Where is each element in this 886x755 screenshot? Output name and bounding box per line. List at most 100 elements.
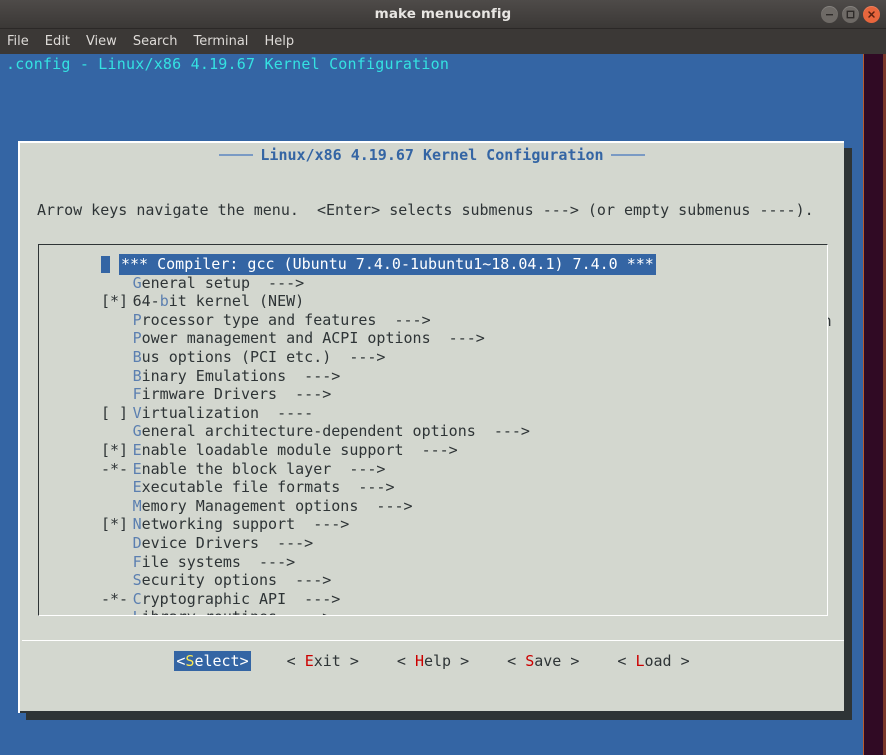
- button-bracket-left: <: [507, 652, 526, 670]
- menu-item-submenu-arrow: --->: [403, 440, 458, 459]
- menu-item-hotkey: b: [159, 292, 169, 311]
- menu-item-hotkey: F: [132, 552, 142, 571]
- button-label: xit >: [313, 652, 359, 670]
- menu-list-item[interactable]: [*] Networking support --->: [39, 515, 827, 534]
- dialog-title-bar: Linux/x86 4.19.67 Kernel Configuration: [20, 146, 844, 164]
- button-hotkey: S: [525, 652, 535, 670]
- menu-item-hotkey: P: [132, 310, 142, 329]
- menu-list-item[interactable]: [*] 64-bit kernel (NEW): [39, 292, 827, 311]
- menu-item-file[interactable]: File: [7, 34, 29, 49]
- menu-item-label: emory Management options: [141, 496, 359, 515]
- save-button[interactable]: < Save >: [505, 651, 581, 671]
- menu-item-hotkey: S: [132, 571, 142, 590]
- menu-list-item[interactable]: Binary Emulations --->: [39, 367, 827, 386]
- menu-item-label: ryptographic API: [141, 589, 287, 608]
- title-bar: make menuconfig: [0, 0, 886, 29]
- menu-item-help[interactable]: Help: [264, 34, 294, 49]
- help-button[interactable]: < Help >: [395, 651, 471, 671]
- menu-item-label: *** Compiler: gcc (Ubuntu 7.4.0-1ubuntu1…: [119, 254, 656, 275]
- close-icon[interactable]: [863, 5, 880, 23]
- menu-item-hotkey: D: [132, 533, 142, 552]
- menu-list-item[interactable]: *** Compiler: gcc (Ubuntu 7.4.0-1ubuntu1…: [39, 254, 827, 275]
- button-hotkey: E: [304, 652, 314, 670]
- menu-item-label: xecutable file formats: [141, 478, 341, 497]
- menu-list-item[interactable]: [ ] Virtualization ----: [39, 404, 827, 423]
- menu-item-submenu-arrow: --->: [250, 273, 305, 292]
- menuconfig-dialog: Linux/x86 4.19.67 Kernel Configuration A…: [18, 141, 846, 713]
- menu-item-hotkey: M: [132, 496, 142, 515]
- button-label: elp >: [423, 652, 470, 670]
- maximize-icon[interactable]: [842, 5, 859, 23]
- menu-list-item[interactable]: Power management and ACPI options --->: [39, 329, 827, 348]
- load-button[interactable]: < Load >: [615, 651, 691, 671]
- menu-item-label: eneral setup: [141, 273, 250, 292]
- button-bracket-left: <: [617, 652, 636, 670]
- window-controls: [821, 0, 880, 28]
- menu-list-item[interactable]: Device Drivers --->: [39, 534, 827, 553]
- menu-list-item[interactable]: Bus options (PCI etc.) --->: [39, 348, 827, 367]
- menu-item-submenu-arrow: --->: [331, 347, 386, 366]
- menu-item-state: [*]: [101, 515, 129, 534]
- menu-item-label: nable loadable module support: [141, 440, 404, 459]
- menu-item-edit[interactable]: Edit: [45, 34, 70, 49]
- menu-list-item[interactable]: Processor type and features --->: [39, 311, 827, 330]
- menu-list-item[interactable]: Firmware Drivers --->: [39, 385, 827, 404]
- menu-list-box[interactable]: *** Compiler: gcc (Ubuntu 7.4.0-1ubuntu1…: [38, 244, 828, 616]
- menu-item-label: inary Emulations: [141, 366, 287, 385]
- dialog-title: Linux/x86 4.19.67 Kernel Configuration: [260, 146, 604, 164]
- menu-list-item[interactable]: Library routines --->: [39, 608, 827, 615]
- menu-item-label: evice Drivers: [141, 533, 260, 552]
- menu-item-hotkey: G: [132, 273, 142, 292]
- menu-item-state: -*-: [101, 459, 129, 478]
- button-label: oad >: [644, 652, 690, 670]
- menu-item-label: irtualization: [141, 403, 260, 422]
- menu-item-hotkey: L: [133, 608, 142, 615]
- menu-item-submenu-arrow: ----: [259, 403, 314, 422]
- menu-item-state: -*-: [101, 589, 129, 608]
- menu-list-item[interactable]: File systems --->: [39, 553, 827, 572]
- menu-item-hotkey: E: [132, 440, 142, 459]
- menu-list-item[interactable]: -*- Enable the block layer --->: [39, 460, 827, 479]
- menu-item-hotkey: E: [132, 459, 142, 478]
- menu-item-submenu-arrow: --->: [358, 496, 413, 515]
- menu-item-hotkey: C: [132, 589, 142, 608]
- title-rule-left: [219, 154, 254, 156]
- menu-list-item[interactable]: Security options --->: [39, 571, 827, 590]
- menu-item-label: nable the block layer: [141, 459, 332, 478]
- menu-item-submenu-arrow: --->: [340, 478, 395, 497]
- help-line-1: Arrow keys navigate the menu. <Enter> se…: [37, 201, 814, 219]
- menu-item-label: us options (PCI etc.): [141, 347, 332, 366]
- menu-item-view[interactable]: View: [86, 34, 117, 49]
- menu-item-search[interactable]: Search: [133, 34, 178, 49]
- button-label: ave >: [534, 652, 580, 670]
- menu-item-hotkey: P: [132, 329, 142, 348]
- menu-list-item[interactable]: -*- Cryptographic API --->: [39, 590, 827, 609]
- exit-button[interactable]: < Exit >: [285, 651, 361, 671]
- menu-item-hotkey: G: [132, 422, 142, 441]
- menu-item-submenu-arrow: --->: [240, 552, 296, 571]
- config-status-bar: .config - Linux/x86 4.19.67 Kernel Confi…: [0, 54, 886, 75]
- window-title: make menuconfig: [374, 6, 512, 22]
- dialog-button-bar: <Select> < Exit > < Help > < Save > < Load >: [20, 651, 846, 671]
- menu-item-hotkey: N: [132, 515, 142, 534]
- menu-item-submenu-arrow: --->: [376, 310, 431, 329]
- select-button[interactable]: <Select>: [174, 651, 251, 671]
- terminal-scrollbar[interactable]: [863, 54, 886, 755]
- minimize-icon[interactable]: [821, 5, 838, 23]
- terminal-screen: .config - Linux/x86 4.19.67 Kernel Confi…: [0, 54, 886, 755]
- menu-item-submenu-arrow: --->: [259, 533, 314, 552]
- menu-item-submenu-arrow: --->: [430, 329, 485, 348]
- menu-list-item[interactable]: General architecture-dependent options -…: [39, 422, 827, 441]
- menu-list-item[interactable]: Memory Management options --->: [39, 497, 827, 516]
- menu-list-item[interactable]: Executable file formats --->: [39, 478, 827, 497]
- menu-item-label: it kernel (NEW): [168, 292, 305, 311]
- title-rule-right: [610, 154, 645, 156]
- dialog-bottom-border: [20, 711, 846, 713]
- menu-item-hotkey: B: [132, 347, 142, 366]
- menu-list-item[interactable]: General setup --->: [39, 274, 827, 293]
- menu-item-submenu-arrow: --->: [286, 589, 341, 608]
- menu-item-state: [*]: [101, 440, 129, 459]
- menu-list-item[interactable]: [*] Enable loadable module support --->: [39, 441, 827, 460]
- menu-item-terminal[interactable]: Terminal: [193, 34, 248, 49]
- menu-item-submenu-arrow: --->: [475, 422, 530, 441]
